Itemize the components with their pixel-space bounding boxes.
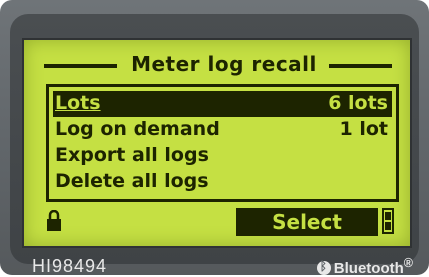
lcd-screen: Meter log recall Lots 6 lots Log on dema… [22,38,412,248]
menu-item-delete-all-logs[interactable]: Delete all logs [53,169,392,195]
menu-item-export-all-logs[interactable]: Export all logs [53,143,392,169]
bluetooth-label: Bluetooth [333,260,404,277]
lock-icon [47,210,61,231]
screen-title: Meter log recall [131,52,317,76]
bluetooth-icon [316,259,331,275]
menu-item-label: Delete all logs [55,170,209,192]
title-rule-left [44,64,117,68]
menu-item-label: Log on demand [55,118,220,140]
menu-item-value: 6 lots [328,92,388,114]
bluetooth-badge: Bluetooth® [316,256,413,277]
battery-icon [382,208,394,234]
menu-item-lots[interactable]: Lots 6 lots [53,91,392,117]
menu-item-label: Export all logs [55,144,209,166]
select-softkey-button[interactable]: Select [236,208,378,236]
meter-device: Meter log recall Lots 6 lots Log on dema… [0,0,429,277]
menu-item-label: Lots [55,92,101,114]
title-row: Meter log recall [24,52,410,78]
menu-item-value: 1 lot [339,118,388,140]
softkey-row: Select [24,206,410,238]
title-rule-right [329,64,392,68]
menu-item-log-on-demand[interactable]: Log on demand 1 lot [53,117,392,143]
model-number: HI98494 [32,256,108,276]
bluetooth-mark: ® [403,256,413,270]
menu-list: Lots 6 lots Log on demand 1 lot Export a… [46,84,399,202]
